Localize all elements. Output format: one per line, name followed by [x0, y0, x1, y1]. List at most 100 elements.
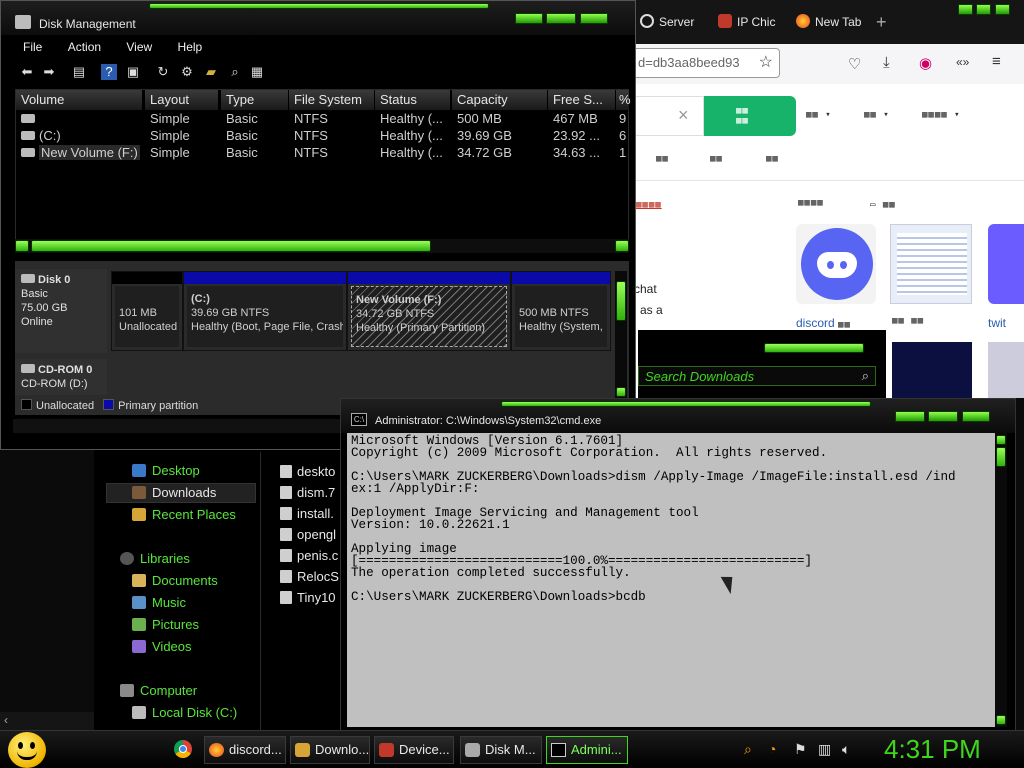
nav-glyph-1[interactable]: ▦▦ ▾: [806, 110, 832, 120]
scroll-right-button[interactable]: [615, 240, 629, 252]
column-header-file-system[interactable]: File System: [289, 90, 375, 110]
help-icon[interactable]: ?: [101, 64, 117, 80]
volume-list-scrollbar[interactable]: [15, 239, 629, 253]
maximize-button[interactable]: [546, 13, 577, 24]
red-link[interactable]: ▦▦▦▦: [636, 200, 662, 210]
screenshot-tile[interactable]: [890, 224, 972, 304]
partition-new-volume-f[interactable]: New Volume (F:) 34.72 GB NTFS Healthy (Pri…: [347, 271, 511, 351]
chrome-icon[interactable]: [174, 740, 192, 758]
search-downloads-input[interactable]: Search Downloads ⌕: [638, 366, 876, 386]
nav-desktop[interactable]: Desktop: [132, 461, 200, 481]
minimize-button[interactable]: [958, 4, 973, 15]
network-icon[interactable]: ▥: [818, 741, 831, 758]
search-icon[interactable]: ⌕: [862, 368, 869, 384]
search-button[interactable]: ▦▦ ▦▦: [704, 96, 796, 136]
nav-downloads[interactable]: Downloads: [132, 483, 216, 503]
nav-libraries[interactable]: Libraries: [120, 549, 190, 569]
clear-icon[interactable]: ×: [678, 105, 689, 126]
console-scrollbar[interactable]: [995, 433, 1007, 727]
menu-help[interactable]: Help: [178, 37, 203, 57]
column-header-status[interactable]: Status: [375, 90, 451, 110]
partition-unallocated[interactable]: 101 MB Unallocated: [111, 271, 183, 351]
nav-videos[interactable]: Videos: [132, 637, 192, 657]
search-tray-icon[interactable]: ⌕: [744, 741, 752, 758]
scroll-thumb[interactable]: [996, 447, 1006, 467]
twitch-tile[interactable]: [988, 224, 1024, 304]
pocket-icon[interactable]: ♡: [848, 55, 861, 73]
nav-computer[interactable]: Computer: [120, 681, 197, 701]
column-header-percent[interactable]: %: [616, 90, 631, 110]
discord-tile[interactable]: [796, 224, 876, 304]
taskbar-item-firefox-discord[interactable]: discord...: [204, 736, 286, 764]
nav-glyph-2[interactable]: ▦▦ ▾: [864, 110, 890, 120]
graph-scroll-thumb[interactable]: [616, 281, 626, 321]
partition-c[interactable]: (C:) 39.69 GB NTFS Healthy (Boot, Page Fil…: [183, 271, 347, 351]
nav-music[interactable]: Music: [132, 593, 186, 613]
search-input[interactable]: ×: [630, 96, 704, 136]
thumbnail-2[interactable]: [988, 342, 1024, 398]
taskbar-item-cmd[interactable]: Admini...: [546, 736, 628, 764]
scroll-thumb[interactable]: [31, 240, 431, 252]
column-header-type[interactable]: Type: [221, 90, 289, 110]
taskbar-item-disk-management[interactable]: Disk M...: [460, 736, 542, 764]
title-bar[interactable]: C:\ Administrator: C:\Windows\System32\c…: [341, 399, 1015, 433]
link-glyph-3[interactable]: ▦▦: [766, 154, 779, 164]
graph-scrollbar[interactable]: [615, 271, 627, 399]
close-button[interactable]: [994, 4, 1010, 15]
console-tree-icon[interactable]: ▤: [71, 64, 87, 80]
new-tab-button[interactable]: +: [876, 12, 896, 32]
container-icon[interactable]: ◉: [919, 54, 932, 72]
properties-icon[interactable]: ▣: [125, 64, 141, 80]
minimize-button[interactable]: [895, 411, 925, 422]
extension-icon[interactable]: «»: [956, 55, 969, 69]
title-bar[interactable]: Disk Management: [1, 1, 635, 35]
close-button[interactable]: [961, 411, 990, 422]
tile-label-glyphs[interactable]: ▦▦ ▦▦: [892, 316, 924, 326]
feedback-icon[interactable]: ▭ ▦▦: [870, 200, 896, 210]
file-item[interactable]: install.: [280, 504, 334, 524]
nav-glyph-3[interactable]: ▦▦▦▦ ▾: [922, 110, 961, 120]
scroll-left-button[interactable]: [15, 240, 29, 252]
start-button[interactable]: [8, 732, 46, 768]
action-center-icon[interactable]: ⚑: [794, 741, 807, 758]
nav-recent-places[interactable]: Recent Places: [132, 505, 236, 525]
forward-arrow-icon[interactable]: ➡: [41, 64, 57, 80]
clock[interactable]: 4:31 PM: [884, 733, 981, 765]
graph-scroll-down[interactable]: [616, 387, 626, 397]
nav-documents[interactable]: Documents: [132, 571, 218, 591]
disk-0-label[interactable]: Disk 0 Basic 75.00 GB Online: [15, 269, 107, 353]
download-icon[interactable]: ⤓: [883, 54, 890, 71]
close-button[interactable]: [579, 13, 608, 24]
column-header-capacity[interactable]: Capacity: [452, 90, 548, 110]
file-item[interactable]: Tiny10: [280, 588, 336, 608]
clock-tray-icon[interactable]: ◔: [768, 741, 776, 757]
minimize-button[interactable]: [515, 13, 543, 24]
tab-new-tab[interactable]: New Tab: [796, 12, 866, 32]
maximize-button[interactable]: [976, 4, 992, 15]
discord-label[interactable]: discord ▦▦: [796, 316, 851, 330]
file-item[interactable]: penis.c: [280, 546, 338, 566]
taskbar-item-downloads[interactable]: Downlo...: [290, 736, 370, 764]
scroll-up-button[interactable]: [996, 435, 1006, 445]
nav-local-disk-c[interactable]: Local Disk (C:): [132, 703, 237, 723]
refresh-icon[interactable]: ↻: [155, 64, 171, 80]
file-item[interactable]: opengl: [280, 525, 336, 545]
maximize-button[interactable]: [928, 411, 959, 422]
tab-ip-chicken[interactable]: IP Chic: [718, 12, 778, 32]
partition-system[interactable]: 500 MB NTFS Healthy (System,: [511, 271, 611, 351]
twitch-label[interactable]: twit: [988, 316, 1006, 330]
bookmark-star-icon[interactable]: ☆: [759, 49, 773, 77]
volume-icon[interactable]: 🔈︎: [842, 741, 850, 758]
console-output[interactable]: Microsoft Windows [Version 6.1.7601] Copy…: [347, 433, 995, 727]
search-icon[interactable]: ⌕: [227, 64, 243, 80]
open-folder-icon[interactable]: ▰: [203, 64, 219, 80]
nav-pictures[interactable]: Pictures: [132, 615, 199, 635]
rescan-icon[interactable]: ▦: [249, 64, 265, 80]
column-header-layout[interactable]: Layout: [145, 90, 219, 110]
taskbar-item-device-manager[interactable]: Device...: [374, 736, 454, 764]
horizontal-scrollbar[interactable]: ‹: [0, 712, 94, 730]
back-arrow-icon[interactable]: ⬅: [19, 64, 35, 80]
scroll-down-button[interactable]: [996, 715, 1006, 725]
settings-icon[interactable]: ⚙: [179, 64, 195, 80]
link-glyph-1[interactable]: ▦▦: [656, 154, 669, 164]
